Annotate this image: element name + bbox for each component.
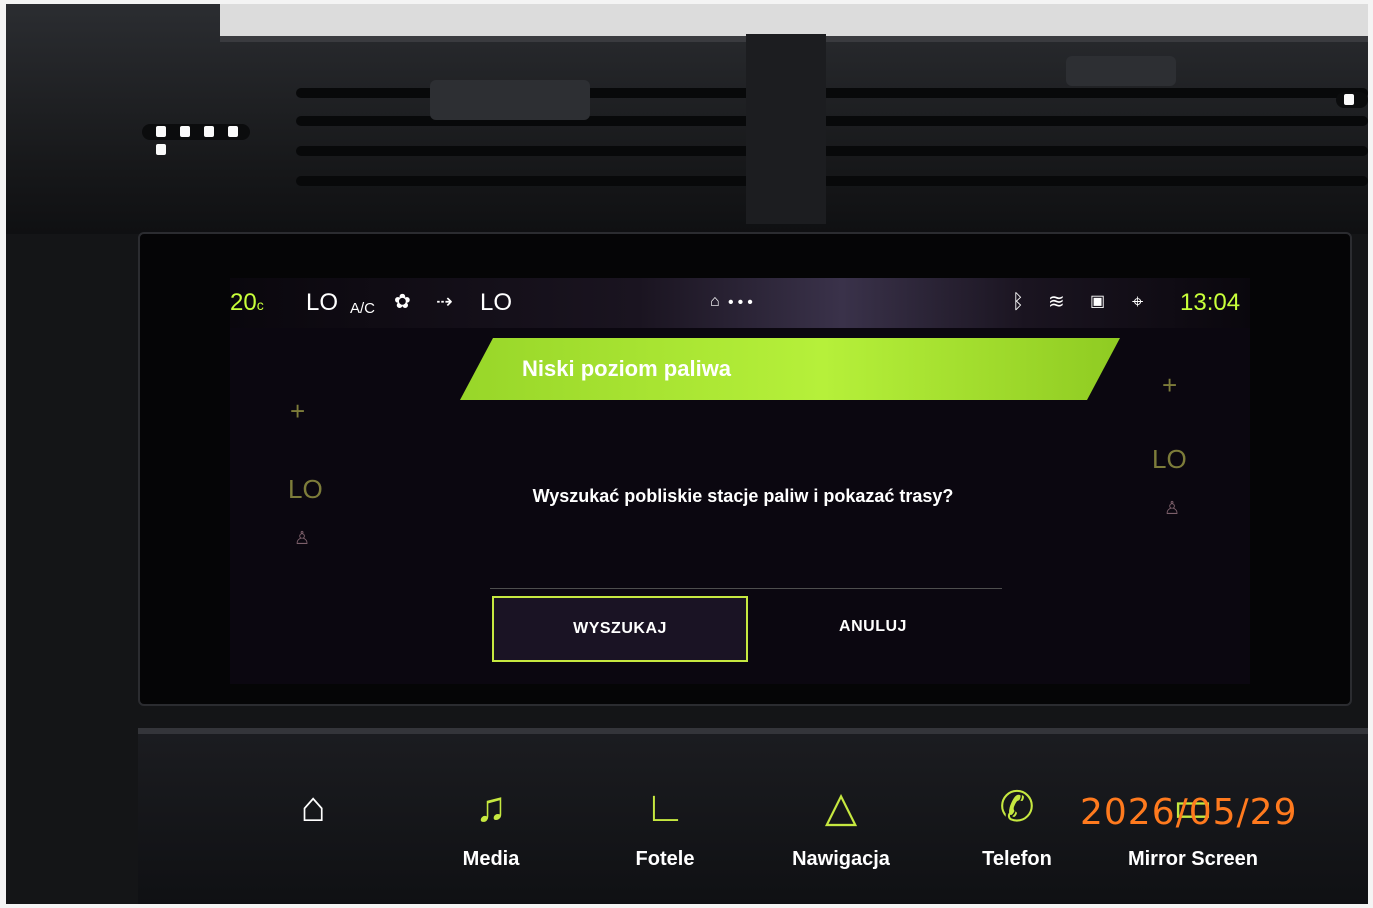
indicator-led xyxy=(142,124,250,155)
search-button[interactable]: WYSZUKAJ xyxy=(492,596,748,662)
left-temp-level: LO xyxy=(288,474,323,504)
connected-car-icon: ▣ xyxy=(1090,293,1106,310)
dashboard-vents xyxy=(6,4,1368,234)
nav-home[interactable]: ⌂ xyxy=(238,784,388,904)
location-icon: ⌖ xyxy=(1132,291,1144,313)
nav-phone-label: Telefon xyxy=(982,848,1052,870)
nav-seats[interactable]: ∟ Fotele xyxy=(590,784,740,904)
vent-slat xyxy=(296,176,1368,186)
nav-seats-label: Fotele xyxy=(635,848,695,870)
phone-mount xyxy=(746,34,826,224)
left-seat-person-icon[interactable]: ♙ xyxy=(294,528,310,549)
alert-message: Wyszukać pobliskie stacje paliw i pokaza… xyxy=(532,486,954,506)
clock: 13:04 xyxy=(1180,289,1241,316)
vent-slat xyxy=(296,146,1368,156)
right-seat-person-icon[interactable]: ♙ xyxy=(1164,498,1180,519)
fan-icon[interactable]: ✿ xyxy=(394,292,411,312)
status-bar: 20c LO A/C ✿ ⇢ LO ⌂ ••• ᛒ ≋ ▣ ⌖ 13:04 xyxy=(230,278,1250,328)
vent-tab xyxy=(430,80,590,120)
page-dots: ••• xyxy=(728,294,757,311)
vent-tab xyxy=(1066,56,1176,86)
fan-left-level[interactable]: LO xyxy=(306,290,338,316)
air-distribution-icon[interactable]: ⇢ xyxy=(436,292,453,312)
ac-label[interactable]: A/C xyxy=(350,296,375,322)
nav-mirror-screen-label: Mirror Screen xyxy=(1127,848,1259,870)
screen-display: 20c LO A/C ✿ ⇢ LO ⌂ ••• ᛒ ≋ ▣ ⌖ 13:04 + … xyxy=(230,278,1250,684)
nav-media[interactable]: ♫ Media xyxy=(416,784,566,904)
right-temp-level: LO xyxy=(1152,444,1187,474)
seat-icon: ∟ xyxy=(644,783,686,830)
fan-right-level[interactable]: LO xyxy=(480,290,512,316)
navigation-arrow-icon: △ xyxy=(824,783,858,830)
nav-navigation[interactable]: △ Nawigacja xyxy=(766,784,916,904)
right-temp-plus-button[interactable]: + xyxy=(1162,370,1177,401)
photo-frame: 20c LO A/C ✿ ⇢ LO ⌂ ••• ᛒ ≋ ▣ ⌖ 13:04 + … xyxy=(6,4,1368,904)
temperature-readout[interactable]: 20c xyxy=(230,290,264,318)
dialog-divider xyxy=(490,588,1002,589)
temperature-value: 20 xyxy=(230,289,257,316)
cancel-button[interactable]: ANULUJ xyxy=(746,596,1000,658)
phone-icon: ✆ xyxy=(999,783,1035,830)
alert-banner: Niski poziom paliwa xyxy=(460,338,1120,400)
nav-media-label: Media xyxy=(462,848,520,870)
home-icon: ⌂ xyxy=(300,783,326,830)
nav-navigation-label: Nawigacja xyxy=(792,848,890,870)
temperature-unit: c xyxy=(256,297,264,313)
home-small-icon[interactable]: ⌂ xyxy=(710,292,720,312)
photo-date-stamp: 2026/05/29 xyxy=(1080,792,1298,833)
wifi-icon: ≋ xyxy=(1048,291,1065,313)
indicator-led xyxy=(1336,92,1368,108)
infotainment-screen: 20c LO A/C ✿ ⇢ LO ⌂ ••• ᛒ ≋ ▣ ⌖ 13:04 + … xyxy=(138,232,1352,706)
nav-phone[interactable]: ✆ Telefon xyxy=(942,784,1092,904)
alert-title: Niski poziom paliwa xyxy=(522,356,732,381)
music-note-icon: ♫ xyxy=(475,783,507,830)
left-temp-plus-button[interactable]: + xyxy=(290,396,305,427)
bluetooth-icon: ᛒ xyxy=(1012,291,1024,313)
